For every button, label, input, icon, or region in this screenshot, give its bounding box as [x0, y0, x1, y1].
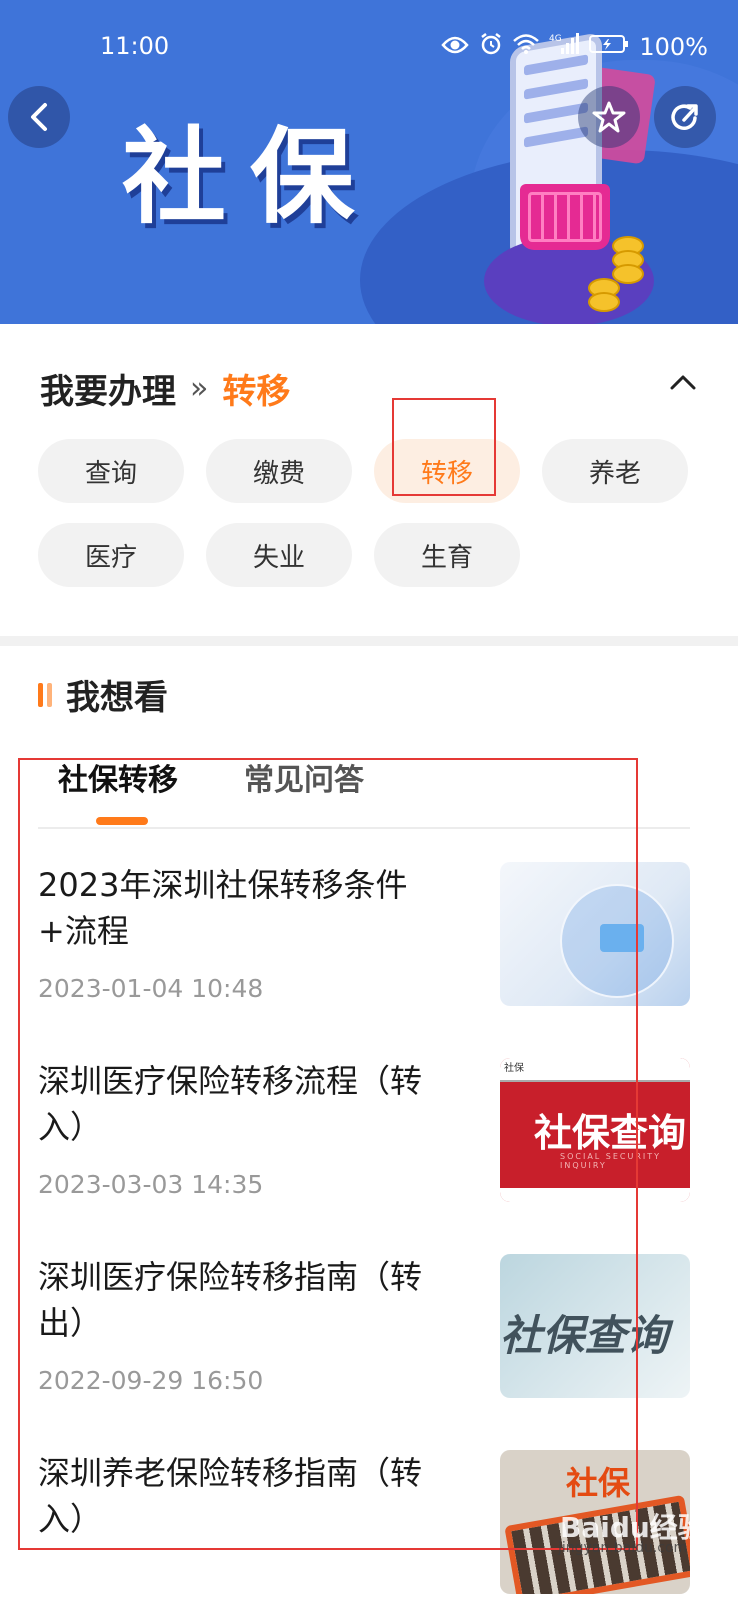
chip-medical[interactable]: 医疗: [38, 523, 184, 587]
collapse-button[interactable]: [670, 374, 696, 398]
wifi-icon: [513, 33, 540, 61]
double-chevron-icon: »: [190, 371, 209, 406]
header-banner: 11:00 4G 100% 社保: [0, 0, 738, 324]
status-time: 11:00: [100, 32, 170, 60]
shopping-basket-illustration: [520, 184, 610, 250]
handle-label: 我要办理: [40, 372, 176, 412]
eye-icon: [441, 33, 470, 61]
watermark-url: jingyan.baidu.com: [558, 1540, 688, 1556]
section-marker: [47, 682, 52, 707]
signal-icon: 4G: [549, 32, 580, 62]
chip-payment[interactable]: 缴费: [206, 439, 352, 503]
favorite-button[interactable]: [578, 86, 640, 148]
chip-query[interactable]: 查询: [38, 439, 184, 503]
handle-breadcrumb: 我要办理 » 转移: [40, 364, 290, 413]
svg-text:4G: 4G: [549, 34, 562, 44]
page-title: 社保: [122, 116, 379, 238]
coin-illustration: [588, 292, 620, 312]
handle-chip-grid: 查询 缴费 转移 养老 医疗 失业 生育: [38, 439, 718, 587]
chip-pension[interactable]: 养老: [542, 439, 688, 503]
section-marker: [38, 682, 43, 707]
chevron-up-icon: [670, 375, 696, 390]
share-icon: [671, 104, 698, 130]
alarm-icon: [479, 32, 503, 62]
back-button[interactable]: [8, 86, 70, 148]
handle-current: 转移: [222, 372, 291, 412]
battery-icon: [589, 33, 629, 61]
highlight-box: [18, 758, 638, 1550]
handle-section: 我要办理 » 转移 查询 缴费 转移 养老 医疗 失业 生育: [0, 324, 738, 636]
share-button[interactable]: [654, 86, 716, 148]
section-divider: [0, 636, 738, 646]
chip-unemployment[interactable]: 失业: [206, 523, 352, 587]
chevron-left-icon: [31, 103, 47, 131]
section-header: 我想看: [38, 670, 168, 719]
star-icon: [592, 101, 626, 133]
battery-percent: 100%: [639, 33, 708, 61]
status-bar: 11:00 4G 100%: [0, 30, 738, 62]
highlight-box: [392, 398, 496, 496]
chip-maternity[interactable]: 生育: [374, 523, 520, 587]
section-title: 我想看: [66, 678, 168, 718]
